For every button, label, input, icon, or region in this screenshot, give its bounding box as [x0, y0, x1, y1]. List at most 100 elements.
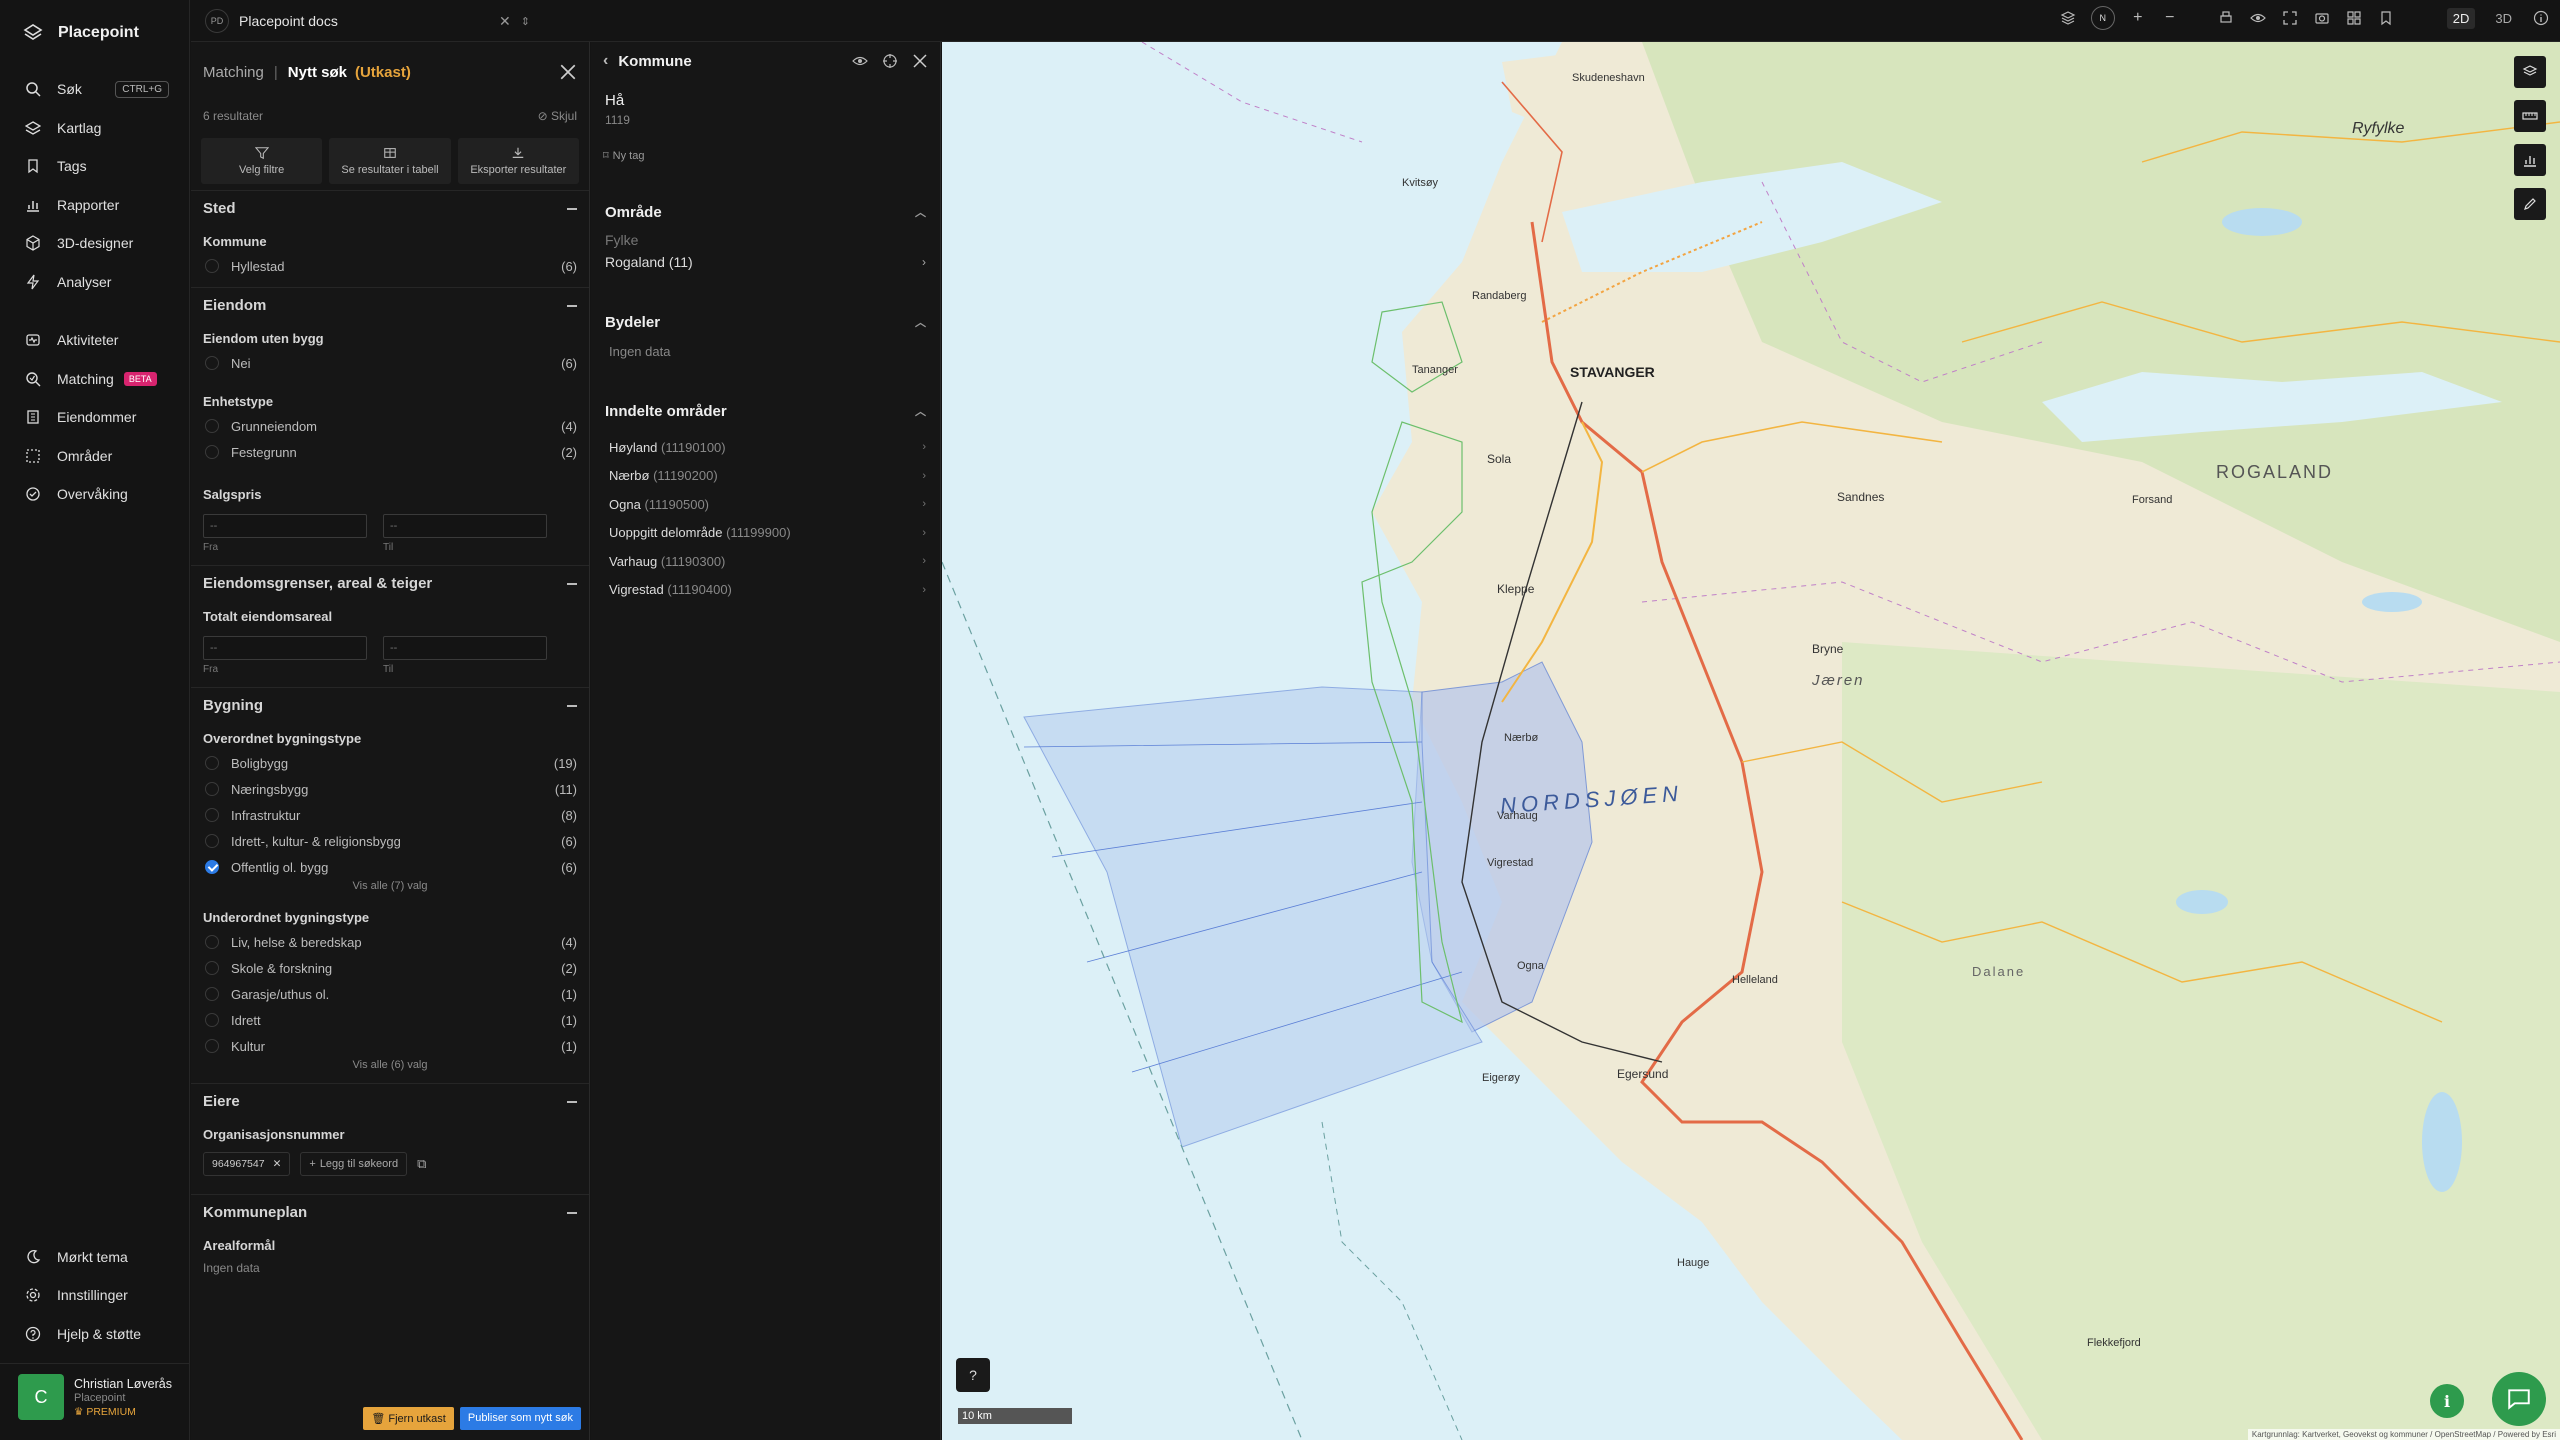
option-idrett[interactable]: Idrett (1)	[191, 1007, 589, 1033]
mode-3d-button[interactable]: 3D	[2489, 8, 2518, 29]
print-icon[interactable]	[2217, 9, 2235, 27]
nav-item-help[interactable]: Hjelp & støtte	[0, 1315, 190, 1354]
checkbox[interactable]	[205, 834, 219, 848]
checkbox[interactable]	[205, 987, 219, 1001]
section-inndelte-omrader[interactable]: Inndelte områder ︿	[591, 397, 940, 425]
choose-filters-button[interactable]: Velg filtre	[201, 138, 323, 184]
option-festegrunn[interactable]: Festegrunn (2)	[191, 439, 589, 465]
measure-tool-button[interactable]	[2514, 100, 2546, 132]
breadcrumb-matching[interactable]: Matching	[203, 64, 264, 81]
remove-draft-button[interactable]: 🗑 Fjern utkast	[363, 1407, 454, 1430]
zoom-in-icon[interactable]: +	[2129, 9, 2147, 27]
sub-area-row[interactable]: Nærbø (11190200) ›	[591, 462, 940, 491]
copy-icon[interactable]: ⧉	[417, 1156, 426, 1172]
nav-item-matching[interactable]: Matching BETA	[0, 360, 189, 399]
checkbox[interactable]	[205, 1013, 219, 1027]
mode-2d-button[interactable]: 2D	[2446, 7, 2476, 29]
info-button[interactable]: i	[2430, 1384, 2464, 1418]
show-all-link[interactable]: Vis alle (6) valg	[191, 1059, 589, 1075]
option-grunneiendom[interactable]: Grunneiendom (4)	[191, 413, 589, 439]
section-bydeler[interactable]: Bydeler ︿	[591, 308, 940, 336]
nav-item-rapporter[interactable]: Rapporter	[0, 186, 189, 225]
nav-item-settings[interactable]: Innstillinger	[0, 1276, 190, 1315]
checkbox[interactable]	[205, 756, 219, 770]
crosshair-icon[interactable]	[882, 53, 898, 69]
nav-item-kartlag[interactable]: Kartlag	[0, 109, 189, 148]
option-skole[interactable]: Skole & forskning (2)	[191, 955, 589, 981]
grid-icon[interactable]	[2345, 9, 2363, 27]
new-tag-button[interactable]: ⌑ Ny tag	[591, 127, 940, 163]
checkbox[interactable]	[205, 808, 219, 822]
checkbox[interactable]	[205, 935, 219, 949]
section-eiere[interactable]: Eiere	[191, 1083, 589, 1119]
checkbox[interactable]	[205, 356, 219, 370]
sub-area-row[interactable]: Varhaug (11190300) ›	[591, 547, 940, 576]
brand[interactable]: Placepoint	[0, 0, 189, 66]
draw-tool-button[interactable]	[2514, 188, 2546, 220]
option-naeringsbygg[interactable]: Næringsbygg (11)	[191, 776, 589, 802]
checkbox[interactable]	[205, 961, 219, 975]
chart-tool-button[interactable]	[2514, 144, 2546, 176]
clear-workspace-icon[interactable]: ✕	[499, 13, 511, 30]
checkbox[interactable]	[205, 782, 219, 796]
sub-area-row[interactable]: Vigrestad (11190400) ›	[591, 576, 940, 605]
checkbox[interactable]	[205, 259, 219, 273]
back-chevron-icon[interactable]: ‹	[603, 52, 608, 70]
option-garasje[interactable]: Garasje/uthus ol. (1)	[191, 981, 589, 1007]
salgspris-to-input[interactable]	[383, 514, 547, 538]
checkbox[interactable]	[205, 1039, 219, 1053]
option-kultur[interactable]: Kultur (1)	[191, 1033, 589, 1059]
user-card[interactable]: C Christian Løverås Placepoint ♛ PREMIUM	[0, 1363, 190, 1440]
nav-item-overvaking[interactable]: Overvåking	[0, 475, 189, 514]
nav-item-aktiviteter[interactable]: Aktiviteter	[0, 321, 189, 360]
option-infrastruktur[interactable]: Infrastruktur (8)	[191, 802, 589, 828]
fullscreen-icon[interactable]	[2281, 9, 2299, 27]
compass-button[interactable]: N	[2090, 6, 2115, 30]
show-all-link[interactable]: Vis alle (7) valg	[191, 880, 589, 896]
option-idrett-kultur[interactable]: Idrett-, kultur- & religionsbygg (6)	[191, 828, 589, 854]
layers-stack-icon[interactable]	[2059, 9, 2077, 27]
option-liv-helse[interactable]: Liv, helse & beredskap (4)	[191, 929, 589, 955]
hide-button[interactable]: ⊘ Skjul	[538, 109, 577, 123]
add-keyword-button[interactable]: + Legg til søkeord	[300, 1152, 408, 1176]
export-results-button[interactable]: Eksporter resultater	[457, 138, 579, 184]
option-nei[interactable]: Nei (6)	[191, 350, 589, 376]
table-results-button[interactable]: Se resultater i tabell	[329, 138, 451, 184]
areal-to-input[interactable]	[383, 636, 547, 660]
section-eiendom[interactable]: Eiendom	[191, 287, 589, 323]
option-boligbygg[interactable]: Boligbygg (19)	[191, 750, 589, 776]
areal-from-input[interactable]	[203, 636, 367, 660]
map-help-button[interactable]: ?	[956, 1358, 990, 1392]
camera-icon[interactable]	[2313, 9, 2331, 27]
section-omrade[interactable]: Område ︿	[591, 198, 940, 226]
sub-area-row[interactable]: Høyland (11190100) ›	[591, 433, 940, 462]
sub-area-row[interactable]: Ogna (11190500) ›	[591, 490, 940, 519]
map-canvas[interactable]: NORDSJØEN ROGALAND Ryfylke STAVANGER Jær…	[942, 42, 2560, 1440]
section-sted[interactable]: Sted	[191, 190, 589, 226]
salgspris-from-input[interactable]	[203, 514, 367, 538]
section-kommuneplan[interactable]: Kommuneplan	[191, 1194, 589, 1230]
eye-icon[interactable]	[2249, 9, 2267, 27]
bookmark-icon[interactable]	[2377, 9, 2395, 27]
checkbox-checked[interactable]	[205, 860, 219, 874]
layers-tool-button[interactable]	[2514, 56, 2546, 88]
info-circle-icon[interactable]	[2532, 9, 2550, 27]
remove-tag-icon[interactable]: ✕	[273, 1158, 282, 1170]
sub-area-row[interactable]: Uoppgitt delområde (11199900) ›	[591, 519, 940, 548]
checkbox[interactable]	[205, 445, 219, 459]
publish-button[interactable]: Publiser som nytt søk	[459, 1407, 581, 1430]
section-bygning[interactable]: Bygning	[191, 687, 589, 723]
nav-item-eiendommer[interactable]: Eiendommer	[0, 398, 189, 437]
nav-item-dark-theme[interactable]: Mørkt tema	[0, 1238, 190, 1277]
chevron-updown-icon[interactable]: ⇕	[521, 15, 530, 28]
nav-item-analyser[interactable]: Analyser	[0, 263, 189, 302]
option-offentlig[interactable]: Offentlig ol. bygg (6)	[191, 854, 589, 880]
checkbox[interactable]	[205, 419, 219, 433]
nav-item-3d-designer[interactable]: 3D-designer	[0, 224, 189, 263]
nav-item-omrader[interactable]: Områder	[0, 437, 189, 476]
workspace-selector[interactable]: PD Placepoint docs ✕ ⇕	[205, 6, 530, 36]
section-eiendomsgrenser[interactable]: Eiendomsgrenser, areal & teiger	[191, 565, 589, 601]
nav-item-sok[interactable]: Søk CTRL+G	[0, 70, 189, 109]
chat-button[interactable]	[2492, 1372, 2546, 1426]
option-hyllestad[interactable]: Hyllestad (6)	[191, 253, 589, 279]
